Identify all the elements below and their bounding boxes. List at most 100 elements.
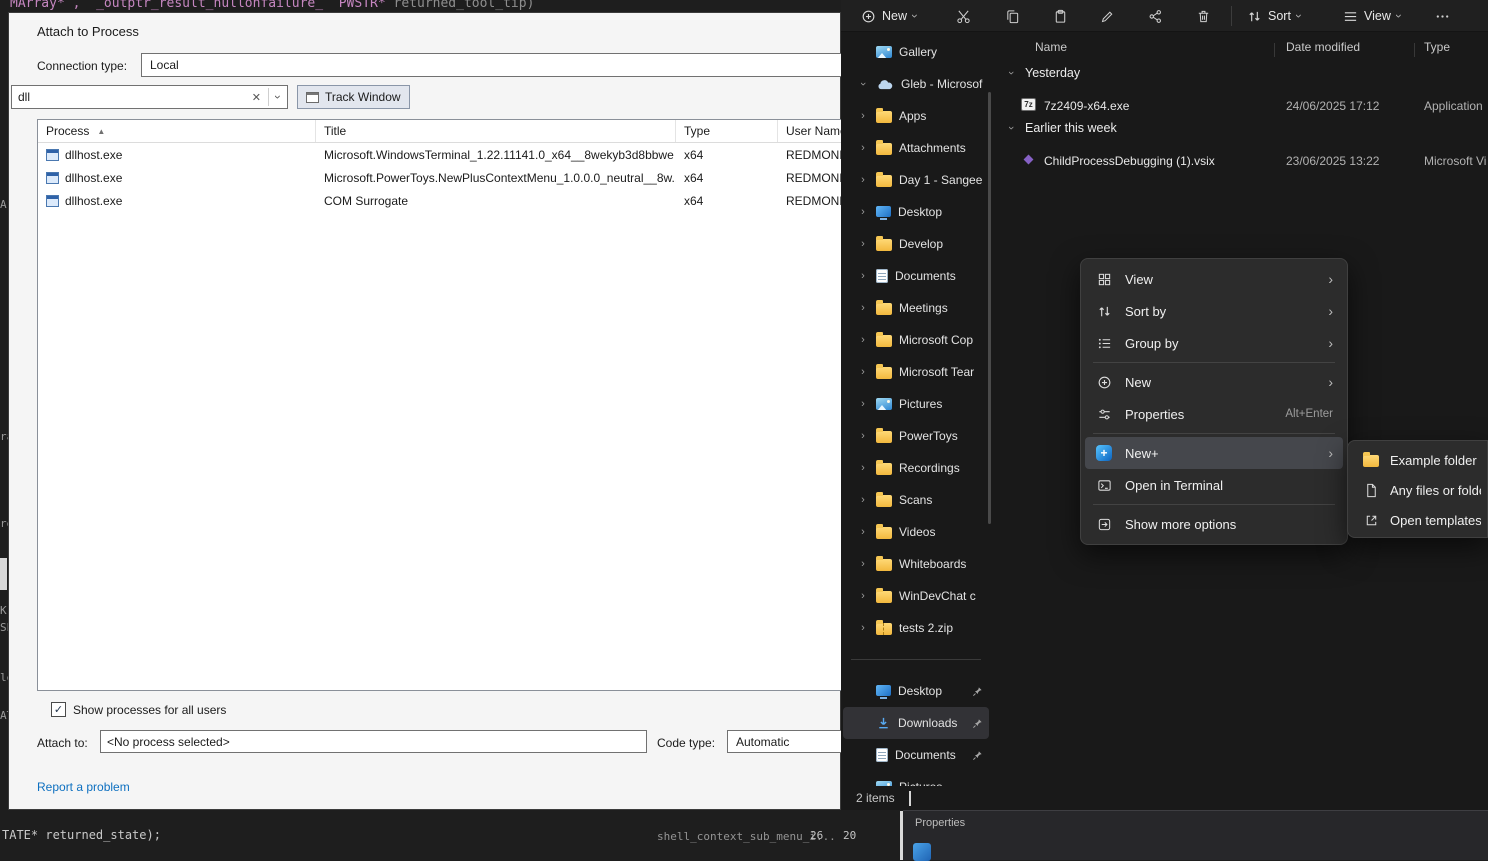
column-header-date[interactable]: Date modified: [1286, 40, 1360, 54]
sidebar-item-label: Recordings: [899, 461, 983, 475]
menu-item-view[interactable]: View ›: [1085, 263, 1343, 295]
track-window-button[interactable]: Track Window: [297, 85, 410, 109]
sidebar-item-desktop[interactable]: › Desktop: [843, 196, 989, 228]
delete-icon: [1196, 9, 1211, 24]
sidebar-item-pictures-pinned[interactable]: Pictures: [843, 771, 989, 786]
sidebar-item-label: tests 2.zip: [899, 621, 983, 635]
sidebar-item-downloads-pinned[interactable]: Downloads: [843, 707, 989, 739]
chevron-right-icon: ›: [857, 462, 869, 474]
menu-item-properties[interactable]: Properties Alt+Enter: [1085, 398, 1343, 430]
group-header-yesterday[interactable]: › Yesterday: [1005, 66, 1080, 80]
more-button[interactable]: [1426, 4, 1458, 28]
menu-item-group-by[interactable]: Group by ›: [1085, 327, 1343, 359]
submenu-item-label: Open templates: [1390, 513, 1481, 528]
connection-type-combobox[interactable]: Local: [141, 53, 842, 77]
sidebar-item-documents[interactable]: › Documents: [843, 260, 989, 292]
file-row[interactable]: ChildProcessDebugging (1).vsix 23/06/202…: [841, 150, 1488, 174]
process-row[interactable]: dllhost.exe Microsoft.WindowsTerminal_1.…: [38, 143, 841, 166]
show-all-users-checkbox[interactable]: ✓: [51, 702, 66, 717]
column-header-type[interactable]: Type: [676, 120, 778, 142]
menu-shortcut: Alt+Enter: [1285, 408, 1333, 420]
sidebar-item-label: Downloads: [898, 716, 965, 730]
process-row[interactable]: dllhost.exe Microsoft.PowerToys.NewPlusC…: [38, 166, 841, 189]
process-filter-input[interactable]: [12, 90, 245, 104]
sidebar-item-tests-zip[interactable]: › tests 2.zip: [843, 612, 989, 644]
chevron-right-icon: ›: [1328, 303, 1333, 319]
cut-button[interactable]: [947, 4, 979, 28]
plus-glyph: +: [1100, 446, 1107, 460]
sidebar-item-recordings[interactable]: › Recordings: [843, 452, 989, 484]
sidebar-item-develop[interactable]: › Develop: [843, 228, 989, 260]
folder-icon: [876, 303, 892, 315]
submenu-item-example-folder[interactable]: Example folder: [1352, 445, 1487, 475]
newplus-icon: +: [1096, 445, 1112, 461]
view-button[interactable]: View ›: [1335, 3, 1409, 29]
chevron-right-icon: ›: [857, 558, 869, 570]
sidebar-item-windevchat[interactable]: › WinDevChat c: [843, 580, 989, 612]
column-header-user[interactable]: User Name: [778, 120, 841, 142]
paste-button[interactable]: [1044, 4, 1076, 28]
sidebar-item-label: Microsoft Cop: [899, 333, 983, 347]
column-header-process[interactable]: Process ▲: [38, 120, 316, 142]
folder-icon: [876, 527, 892, 539]
process-user: REDMOND: [786, 194, 841, 208]
explorer-statusbar: 2 items: [841, 786, 1488, 810]
file-row[interactable]: 7z 7z2409-x64.exe 24/06/2025 17:12 Appli…: [841, 95, 1488, 119]
new-button[interactable]: New ›: [853, 3, 925, 29]
ellipsis-icon: [1435, 9, 1450, 24]
menu-item-show-more-options[interactable]: Show more options: [1085, 508, 1343, 540]
submenu-item-open-templates[interactable]: Open templates: [1352, 505, 1487, 535]
sidebar-item-gallery[interactable]: Gallery: [843, 36, 989, 68]
submenu-item-any-files[interactable]: Any files or folde: [1352, 475, 1487, 505]
editor-selection-block: [0, 558, 7, 590]
sidebar-item-microsoft-cop[interactable]: › Microsoft Cop: [843, 324, 989, 356]
open-external-icon: [1364, 513, 1379, 528]
chevron-right-icon: ›: [857, 430, 869, 442]
sort-button[interactable]: Sort ›: [1239, 3, 1309, 29]
chevron-down-icon: ›: [1292, 14, 1306, 18]
process-icon: [46, 149, 59, 161]
column-header-title[interactable]: Title: [316, 120, 676, 142]
process-table: Process ▲ Title Type User Name dllhost.e…: [37, 119, 842, 691]
clear-filter-icon[interactable]: ✕: [245, 91, 268, 104]
attach-to-input[interactable]: [101, 735, 646, 749]
sidebar-item-desktop-pinned[interactable]: Desktop: [843, 675, 989, 707]
sidebar-item-label: PowerToys: [899, 429, 983, 443]
sidebar-item-documents-pinned[interactable]: Documents: [843, 739, 989, 771]
menu-item-new[interactable]: New ›: [1085, 366, 1343, 398]
delete-button[interactable]: [1187, 4, 1219, 28]
group-header-earlier[interactable]: › Earlier this week: [1005, 121, 1117, 135]
connection-type-label: Connection type:: [37, 59, 127, 73]
process-row[interactable]: dllhost.exe COM Surrogate x64 REDMOND: [38, 189, 841, 212]
menu-item-sort-by[interactable]: Sort by ›: [1085, 295, 1343, 327]
menu-item-label: New: [1125, 375, 1316, 390]
column-header-name[interactable]: Name: [1035, 40, 1067, 54]
group-label: Earlier this week: [1025, 121, 1117, 135]
pin-icon: [972, 686, 983, 697]
sidebar-item-powertoys[interactable]: › PowerToys: [843, 420, 989, 452]
filter-dropdown-icon[interactable]: ›: [268, 88, 287, 106]
chevron-down-icon: ›: [1392, 14, 1406, 18]
group-by-icon: [1097, 336, 1112, 351]
sidebar-item-meetings[interactable]: › Meetings: [843, 292, 989, 324]
menu-item-open-in-terminal[interactable]: Open in Terminal: [1085, 469, 1343, 501]
rename-button[interactable]: [1091, 4, 1123, 28]
code-type-combobox[interactable]: Automatic: [727, 730, 857, 753]
column-header-type[interactable]: Type: [1424, 40, 1450, 54]
properties-panel-title: Properties: [915, 817, 965, 829]
chevron-right-icon: ›: [857, 494, 869, 506]
folder-icon: [876, 367, 892, 379]
sidebar-item-microsoft-tear[interactable]: › Microsoft Tear: [843, 356, 989, 388]
sidebar-item-videos[interactable]: › Videos: [843, 516, 989, 548]
process-name: dllhost.exe: [65, 194, 122, 208]
process-title: COM Surrogate: [324, 194, 408, 208]
sidebar-item-pictures[interactable]: › Pictures: [843, 388, 989, 420]
sidebar-item-scans[interactable]: › Scans: [843, 484, 989, 516]
share-button[interactable]: [1139, 4, 1171, 28]
track-window-icon: [306, 92, 319, 103]
sidebar-item-whiteboards[interactable]: › Whiteboards: [843, 548, 989, 580]
sidebar-item-label: Pictures: [899, 397, 983, 411]
copy-button[interactable]: [996, 4, 1028, 28]
menu-item-newplus[interactable]: + New+ ›: [1085, 437, 1343, 469]
report-problem-link[interactable]: Report a problem: [37, 780, 130, 794]
